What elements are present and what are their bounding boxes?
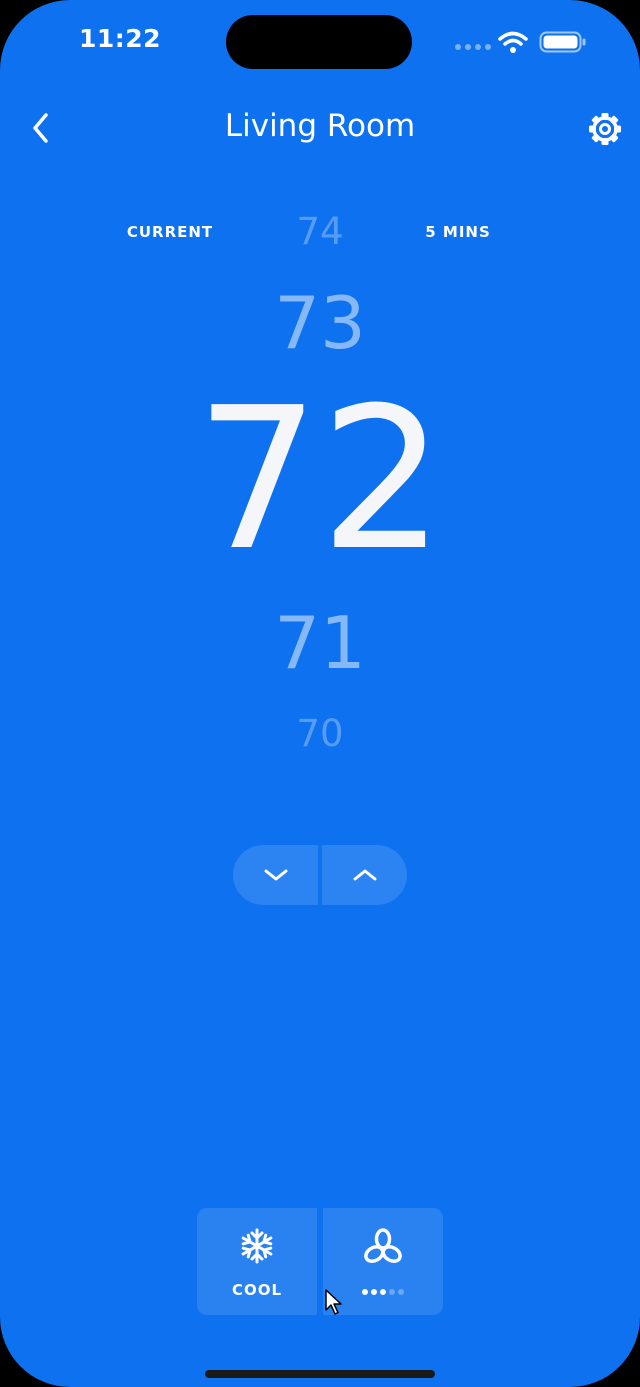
fan-speed-dot	[389, 1289, 395, 1295]
wifi-icon	[498, 31, 528, 53]
increase-temp-button[interactable]	[322, 845, 407, 905]
cool-mode-button[interactable]: COOL	[197, 1208, 317, 1315]
cellular-signal-icon	[455, 44, 491, 50]
decrease-temp-button[interactable]	[233, 845, 318, 905]
temp-option-below[interactable]: 71	[120, 607, 520, 679]
snowflake-icon	[241, 1228, 273, 1264]
gear-icon	[589, 113, 621, 145]
fan-speed-dot	[398, 1289, 404, 1295]
temp-option-far-above[interactable]: 74	[120, 213, 520, 250]
fan-speed-dot	[362, 1289, 368, 1295]
home-indicator	[205, 1370, 435, 1378]
temp-option-far-below[interactable]: 70	[120, 715, 520, 752]
temp-option-above[interactable]: 73	[120, 287, 520, 359]
fan-speed-dot	[380, 1289, 386, 1295]
dynamic-island	[226, 15, 412, 69]
fan-speed-dot	[371, 1289, 377, 1295]
room-title: Living Room	[224, 108, 416, 144]
cool-mode-label: COOL	[231, 1281, 283, 1299]
mouse-cursor-icon	[325, 1289, 342, 1315]
temp-selected[interactable]: 72	[120, 382, 520, 578]
thermostat-screen: 11:22 Living Room CURRENT 5 MINS 74 73 7…	[0, 0, 640, 1387]
chevron-down-icon	[264, 869, 287, 881]
status-time: 11:22	[78, 24, 162, 53]
settings-button[interactable]	[585, 109, 625, 149]
chevron-left-icon	[33, 113, 48, 143]
chevron-up-icon	[353, 869, 376, 881]
temperature-stepper	[233, 845, 407, 905]
fan-icon	[364, 1228, 402, 1263]
back-button[interactable]	[22, 108, 62, 148]
battery-icon	[539, 31, 586, 53]
